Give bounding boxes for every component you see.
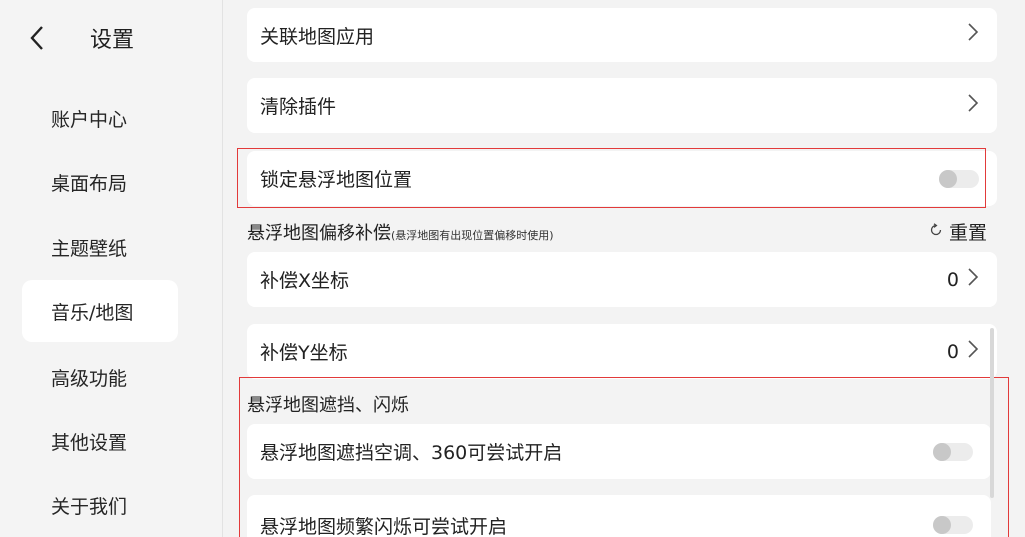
sidebar-item-music-map[interactable]: 音乐/地图 (22, 280, 178, 342)
chevron-right-icon (967, 339, 979, 365)
highlight-box (237, 148, 986, 208)
chevron-right-icon (967, 22, 979, 48)
offset-x-value: 0 (946, 268, 959, 291)
offset-y-row[interactable]: 补偿Y坐标 0 (247, 324, 997, 379)
row-label: 关联地图应用 (260, 25, 375, 48)
reset-label: 重置 (948, 222, 987, 244)
chevron-right-icon (967, 267, 979, 293)
sidebar-item-label: 桌面布局 (51, 172, 128, 195)
sidebar-item-label: 高级功能 (51, 367, 128, 390)
sidebar: 设置 账户中心 桌面布局 主题壁纸 音乐/地图 高级功能 其他设置 关于我们 (0, 0, 223, 537)
sidebar-item-theme-wallpaper[interactable]: 主题壁纸 (22, 216, 178, 278)
highlight-box (239, 377, 1009, 537)
section-subtitle: (悬浮地图有出现位置偏移时使用) (391, 229, 554, 242)
sidebar-item-other-settings[interactable]: 其他设置 (22, 410, 178, 472)
link-map-app-row[interactable]: 关联地图应用 (247, 8, 997, 62)
row-label: 清除插件 (260, 96, 337, 118)
offset-x-row[interactable]: 补偿X坐标 0 (247, 252, 997, 307)
chevron-left-icon[interactable] (28, 24, 50, 52)
sidebar-item-label: 关于我们 (51, 495, 128, 518)
sidebar-item-label: 主题壁纸 (51, 237, 128, 260)
offset-section-title: 悬浮地图偏移补偿(悬浮地图有出现位置偏移时使用) (247, 219, 554, 245)
scrollbar[interactable] (990, 328, 994, 498)
row-value-group: 0 (947, 267, 979, 293)
refresh-icon (929, 222, 943, 241)
chevron-right-icon (967, 93, 979, 119)
sidebar-item-about-us[interactable]: 关于我们 (22, 474, 178, 536)
sidebar-item-account[interactable]: 账户中心 (22, 87, 178, 149)
row-value-group: 0 (947, 339, 979, 365)
section-title-text: 悬浮地图偏移补偿 (247, 223, 391, 244)
sidebar-item-label: 其他设置 (51, 431, 128, 454)
sidebar-item-desktop-layout[interactable]: 桌面布局 (22, 151, 178, 213)
settings-screen: 设置 账户中心 桌面布局 主题壁纸 音乐/地图 高级功能 其他设置 关于我们 关… (0, 0, 1025, 537)
back-arrow-svg (30, 26, 43, 50)
reset-button[interactable]: 重置 (929, 218, 987, 245)
page-title: 设置 (90, 28, 135, 53)
sidebar-item-label: 账户中心 (51, 108, 128, 131)
settings-content: 关联地图应用 清除插件 锁定悬浮地图位置 悬浮地图偏移补偿(悬浮地图有出现位置偏… (223, 0, 1025, 537)
row-label: 补偿X坐标 (260, 270, 350, 292)
clear-plugin-row[interactable]: 清除插件 (247, 78, 997, 133)
sidebar-item-advanced[interactable]: 高级功能 (22, 346, 178, 408)
row-label: 补偿Y坐标 (260, 342, 348, 364)
sidebar-item-label: 音乐/地图 (51, 301, 134, 324)
offset-y-value: 0 (946, 340, 959, 363)
